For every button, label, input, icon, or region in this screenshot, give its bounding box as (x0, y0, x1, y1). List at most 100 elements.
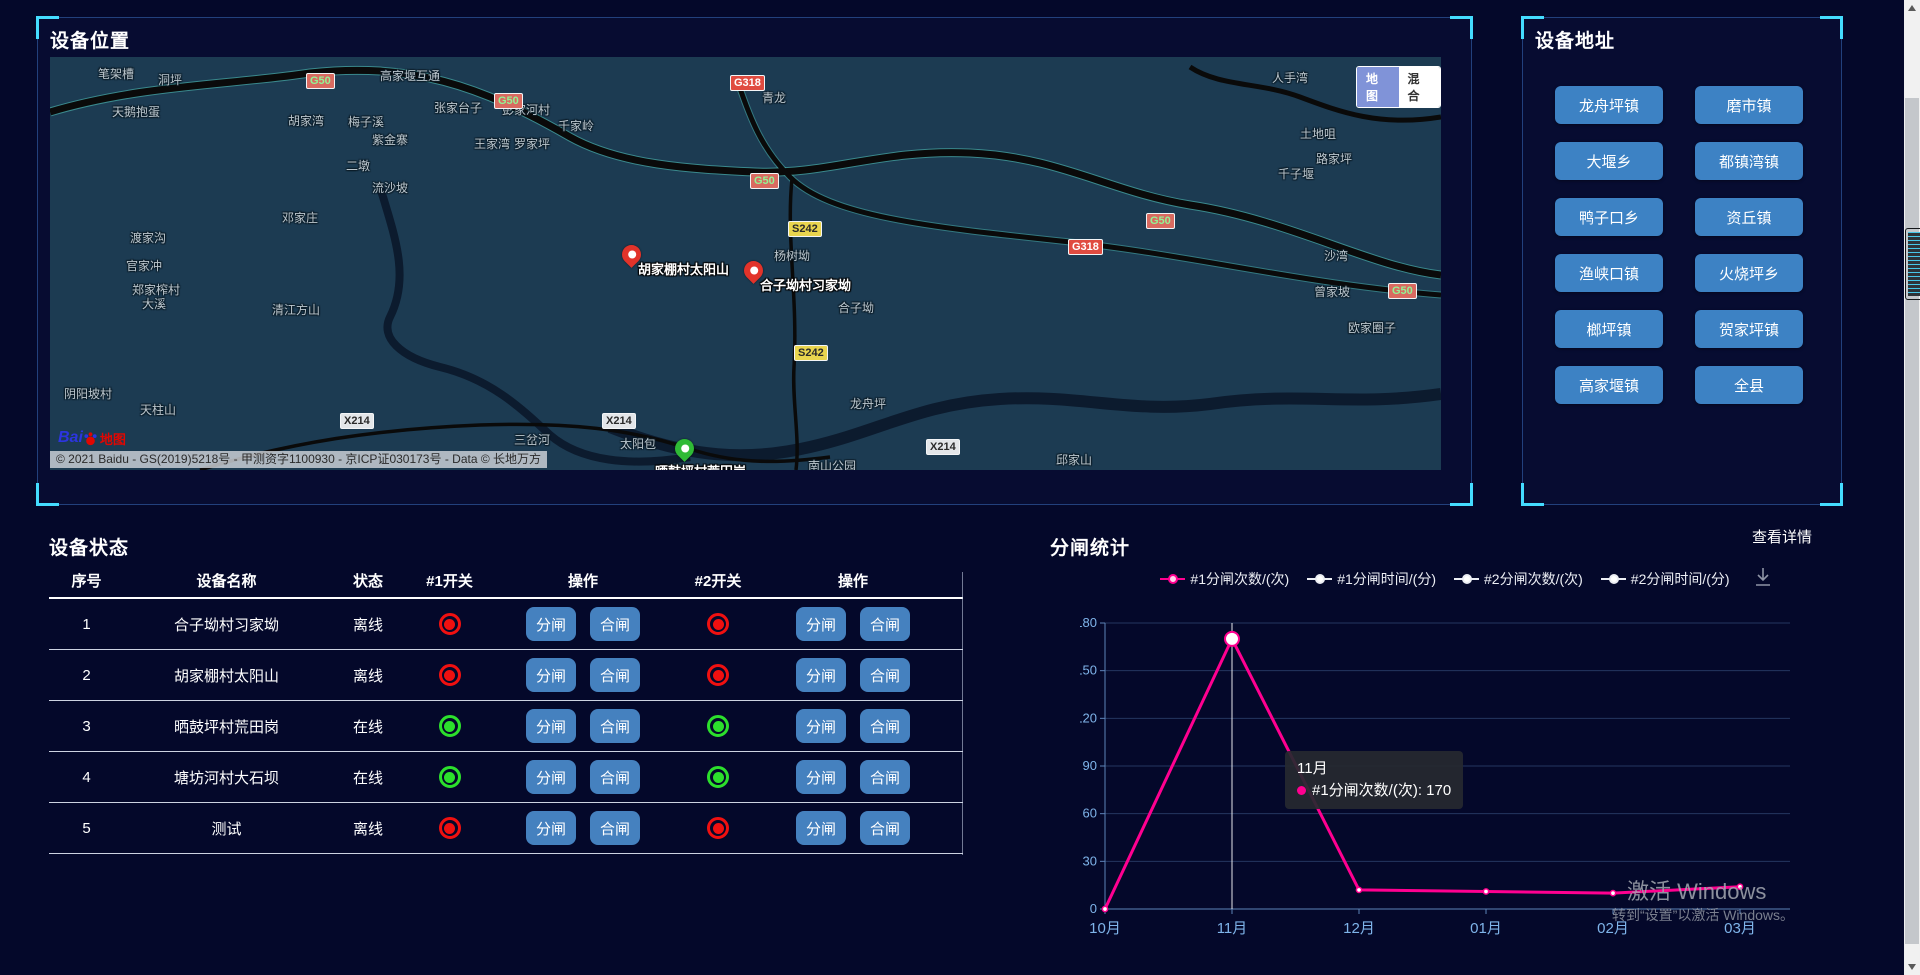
map-place-label: 路家坪 (1316, 150, 1352, 167)
map-place-label: 曾家坡 (1314, 283, 1350, 300)
cell-operations1: 分闸合闸 (492, 760, 674, 794)
map-place-label: 清江方山 (272, 301, 320, 318)
map-type-button[interactable]: 地图 (1357, 67, 1399, 107)
table-scrollbar[interactable] (962, 572, 963, 855)
trip-button[interactable]: 分闸 (526, 811, 576, 845)
column-header: 操作 (762, 570, 944, 591)
close-button[interactable]: 合闸 (860, 658, 910, 692)
legend-dot (1315, 574, 1325, 584)
trip-button[interactable]: 分闸 (796, 760, 846, 794)
cell-operations2: 分闸合闸 (762, 607, 944, 641)
legend-marker (1307, 575, 1332, 583)
cell-index: 3 (49, 718, 124, 735)
trip-button[interactable]: 分闸 (796, 709, 846, 743)
address-button[interactable]: 都镇湾镇 (1695, 142, 1803, 180)
corner-decoration (36, 483, 59, 506)
address-button[interactable]: 大堰乡 (1555, 142, 1663, 180)
device-status-table: 序号设备名称状态#1开关操作#2开关操作1合子坳村习家坳离线分闸合闸分闸合闸2胡… (49, 563, 963, 854)
column-header: 设备名称 (124, 570, 329, 591)
svg-text:60: 60 (1083, 806, 1097, 821)
view-details-link[interactable]: 查看详情 (1752, 526, 1812, 547)
address-button[interactable]: 高家堰镇 (1555, 366, 1663, 404)
address-button[interactable]: 鸭子口乡 (1555, 198, 1663, 236)
map-place-label: 紫金寨 (372, 131, 408, 148)
trip-button[interactable]: 分闸 (796, 607, 846, 641)
close-button[interactable]: 合闸 (590, 709, 640, 743)
road-shield: G318 (1068, 239, 1103, 255)
cell-device-name: 塘坊河村大石坝 (124, 767, 329, 788)
cell-switch2 (674, 664, 762, 686)
map-place-label: 欧家圈子 (1348, 319, 1396, 336)
address-button[interactable]: 磨市镇 (1695, 86, 1803, 124)
trip-button[interactable]: 分闸 (796, 658, 846, 692)
svg-text:120: 120 (1080, 710, 1097, 725)
close-button[interactable]: 合闸 (590, 811, 640, 845)
close-button[interactable]: 合闸 (860, 607, 910, 641)
scroll-down-arrow[interactable] (1908, 964, 1916, 970)
trip-button[interactable]: 分闸 (526, 760, 576, 794)
legend-item[interactable]: #1分闸次数/(次) (1160, 569, 1289, 589)
close-button[interactable]: 合闸 (860, 811, 910, 845)
map-type-button[interactable]: 混合 (1399, 67, 1441, 107)
map-place-label: 罗家坪 (514, 135, 550, 152)
legend-item[interactable]: #1分闸时间/(分) (1307, 569, 1436, 589)
legend-item[interactable]: #2分闸次数/(次) (1454, 569, 1583, 589)
cell-operations1: 分闸合闸 (492, 709, 674, 743)
windows-activation-watermark: 激活 Windows (1627, 874, 1766, 906)
baidu-map[interactable]: 笔架槽洞坪天鹅抱蛋胡家湾高家堰互通梅子溪紫金寨二墩流沙坡渡家沟官家冲郑家榨村邓家… (50, 57, 1441, 470)
trip-button[interactable]: 分闸 (526, 607, 576, 641)
map-marker-label: 胡家棚村太阳山 (638, 259, 729, 278)
windows-activation-watermark-sub: 转到“设置”以激活 Windows。 (1612, 905, 1794, 925)
address-button[interactable]: 火烧坪乡 (1695, 254, 1803, 292)
trip-stats-title: 分闸统计 (1050, 533, 1130, 560)
map-place-label: 天柱山 (140, 401, 176, 418)
svg-text:0: 0 (1090, 901, 1097, 916)
table-row: 2胡家棚村太阳山离线分闸合闸分闸合闸 (49, 650, 963, 701)
scroll-up-arrow[interactable] (1908, 5, 1916, 11)
map-place-label: 邱家山 (1056, 451, 1092, 468)
legend-item[interactable]: #2分闸时间/(分) (1601, 569, 1730, 589)
map-place-label: 笔架槽 (98, 65, 134, 82)
corner-decoration (1450, 16, 1473, 39)
close-button[interactable]: 合闸 (860, 760, 910, 794)
road-shield: S242 (794, 345, 828, 361)
trip-button[interactable]: 分闸 (526, 709, 576, 743)
page-scrollbar[interactable] (1904, 0, 1920, 975)
road-shield: X214 (602, 413, 636, 429)
address-button[interactable]: 龙舟坪镇 (1555, 86, 1663, 124)
cell-switch1 (407, 613, 492, 635)
map-marker-label: 晒鼓坪村荒田岗 (655, 461, 746, 470)
address-button[interactable]: 渔峡口镇 (1555, 254, 1663, 292)
scrollbar-thumb[interactable] (1905, 98, 1919, 944)
cell-operations2: 分闸合闸 (762, 760, 944, 794)
address-button[interactable]: 全县 (1695, 366, 1803, 404)
close-button[interactable]: 合闸 (590, 658, 640, 692)
map-place-label: 胡家湾 (288, 112, 324, 129)
tooltip-month: 11月 (1297, 758, 1451, 780)
scroll-indicator-widget (1905, 228, 1920, 300)
road-shield: G50 (1388, 283, 1417, 299)
address-button[interactable]: 榔坪镇 (1555, 310, 1663, 348)
legend-label: #1分闸时间/(分) (1337, 569, 1436, 589)
cell-index: 4 (49, 769, 124, 786)
cell-device-name: 胡家棚村太阳山 (124, 665, 329, 686)
cell-status: 在线 (329, 716, 407, 737)
close-button[interactable]: 合闸 (860, 709, 910, 743)
address-button[interactable]: 贺家坪镇 (1695, 310, 1803, 348)
map-place-label: 土地咀 (1300, 125, 1336, 142)
trip-button[interactable]: 分闸 (796, 811, 846, 845)
table-row: 3晒鼓坪村荒田岗在线分闸合闸分闸合闸 (49, 701, 963, 752)
cell-switch2 (674, 817, 762, 839)
close-button[interactable]: 合闸 (590, 760, 640, 794)
map-place-label: 渡家沟 (130, 229, 166, 246)
baidu-maps-logo: Bai 地图 (58, 429, 126, 447)
baidu-paw-icon (83, 431, 98, 446)
corner-decoration (1521, 483, 1544, 506)
cell-operations1: 分闸合闸 (492, 658, 674, 692)
trip-button[interactable]: 分闸 (526, 658, 576, 692)
map-place-label: 三岔河 (514, 431, 550, 448)
close-button[interactable]: 合闸 (590, 607, 640, 641)
corner-decoration (1820, 483, 1843, 506)
address-button[interactable]: 资丘镇 (1695, 198, 1803, 236)
road-shield: X214 (340, 413, 374, 429)
